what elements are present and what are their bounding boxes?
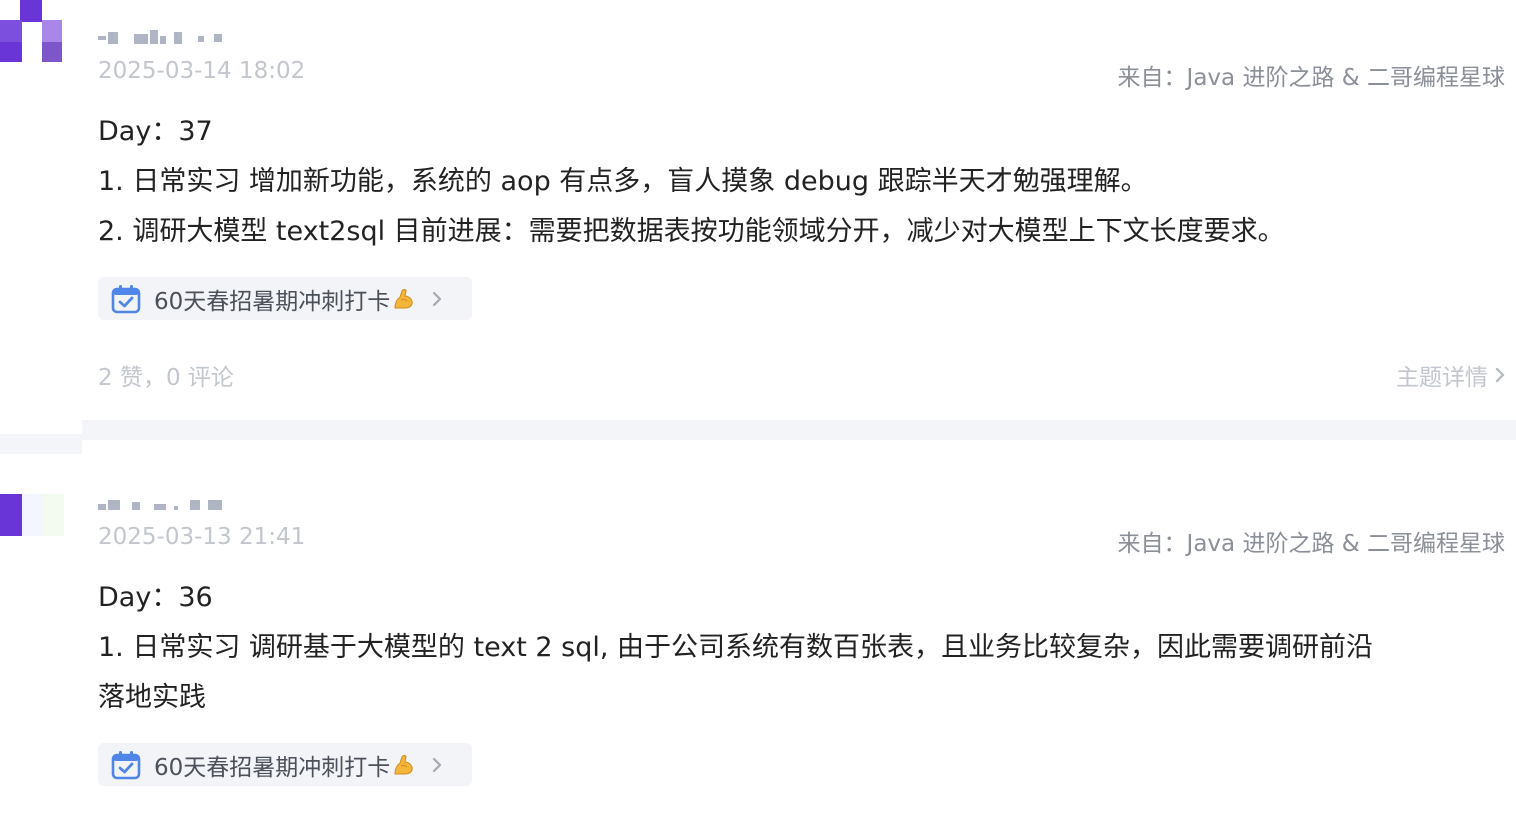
post-timestamp: 2025-03-13 21:41	[98, 524, 306, 550]
content-line: Day：36	[98, 582, 213, 613]
topic-detail-label: 主题详情	[1396, 365, 1488, 391]
topic-feed: 2025-03-14 18:02 来自：Java 进阶之路 & 二哥编程星球 D…	[0, 0, 1516, 818]
content-line: 落地实践	[98, 682, 206, 713]
content-line: 1. 日常实习 调研基于大模型的 text 2 sql, 由于公司系统有数百张表…	[98, 632, 1374, 663]
post-stats: 2 赞，0 评论	[98, 365, 234, 391]
post-source[interactable]: 来自：Java 进阶之路 & 二哥编程星球	[1118, 58, 1505, 92]
post-divider	[0, 434, 82, 454]
post-timestamp: 2025-03-14 18:02	[98, 58, 306, 84]
avatar[interactable]	[0, 494, 64, 558]
content-line: Day：37	[98, 116, 213, 147]
feed-post: 2025-03-14 18:02 来自：Java 进阶之路 & 二哥编程星球 D…	[0, 0, 1516, 420]
avatar[interactable]	[0, 0, 64, 64]
calendar-check-icon	[111, 750, 141, 779]
chevron-right-icon	[433, 757, 442, 772]
flexed-biceps-icon	[394, 288, 413, 308]
feed-post: 2025-03-13 21:41 来自：Java 进阶之路 & 二哥编程星球 D…	[0, 466, 1516, 818]
flexed-biceps-icon	[394, 754, 413, 774]
topic-chip-label: 60天春招暑期冲刺打卡	[154, 288, 391, 315]
calendar-check-icon	[111, 284, 141, 313]
topic-detail-link[interactable]: 主题详情	[1396, 358, 1506, 392]
post-source[interactable]: 来自：Java 进阶之路 & 二哥编程星球	[1118, 524, 1505, 558]
content-line: 2. 调研大模型 text2sql 目前进展：需要把数据表按功能领域分开，减少对…	[98, 216, 1285, 247]
post-content: Day：36 1. 日常实习 调研基于大模型的 text 2 sql, 由于公司…	[98, 573, 1498, 723]
topic-chip-label: 60天春招暑期冲刺打卡	[154, 754, 391, 781]
content-line: 1. 日常实习 增加新功能，系统的 aop 有点多，盲人摸象 debug 跟踪半…	[98, 166, 1148, 197]
topic-chip[interactable]: 60天春招暑期冲刺打卡	[98, 277, 472, 320]
post-content: Day：37 1. 日常实习 增加新功能，系统的 aop 有点多，盲人摸象 de…	[98, 107, 1498, 257]
chevron-right-icon	[1495, 367, 1505, 383]
chevron-right-icon	[433, 291, 442, 306]
topic-chip[interactable]: 60天春招暑期冲刺打卡	[98, 743, 472, 786]
post-divider	[82, 420, 1516, 440]
